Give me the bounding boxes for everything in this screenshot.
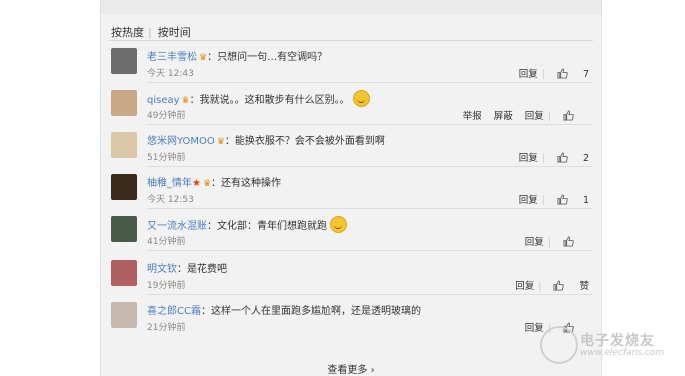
- thumbs-up-icon: [563, 110, 574, 121]
- action-divider: |: [541, 195, 545, 206]
- timestamp: 41分钟前: [147, 237, 186, 247]
- action-button[interactable]: 回复: [519, 150, 538, 164]
- avatar[interactable]: [111, 302, 137, 328]
- comment-item: 喜之郎CC霜：这样一个人在里面跑多尴尬啊，还是透明玻璃的 21分钟前 回复 |: [101, 298, 601, 342]
- like-button[interactable]: 1: [557, 194, 589, 206]
- like-button[interactable]: 2: [557, 152, 589, 164]
- avatar[interactable]: [111, 48, 137, 74]
- comment-text: qiseay ♛：我就说。。这和散步有什么区别。。: [147, 90, 370, 107]
- timestamp: 21分钟前: [147, 323, 186, 333]
- load-more-label[interactable]: 查看更多: [327, 365, 367, 376]
- comment-actions: 举报 屏蔽 回复 |: [451, 108, 589, 122]
- comment-actions: 回复 | 2: [507, 150, 589, 164]
- username-link[interactable]: 柚稚_情年: [147, 178, 192, 189]
- comment-body: ：是花费吧: [177, 264, 227, 275]
- watermark-url: www.elecfans.com: [580, 348, 665, 358]
- action-button[interactable]: 举报: [463, 108, 482, 122]
- panel-header-bar: [101, 0, 601, 14]
- username-link[interactable]: 明文钦: [147, 264, 177, 275]
- action-divider: |: [538, 281, 542, 292]
- username-link[interactable]: qiseay: [147, 95, 180, 106]
- like-count: 赞: [579, 281, 589, 292]
- comment-text: 明文钦：是花费吧: [147, 260, 227, 275]
- star-icon: ★: [192, 178, 201, 189]
- timestamp: 19分钟前: [147, 281, 186, 291]
- divider: [147, 208, 593, 209]
- tab-divider: |: [148, 26, 152, 39]
- like-button[interactable]: 7: [557, 68, 589, 80]
- badge-icon: ♛: [181, 96, 190, 106]
- badge-icon: ♛: [216, 137, 225, 147]
- divider: [147, 124, 593, 125]
- avatar[interactable]: [111, 132, 137, 158]
- tab-time[interactable]: 按时间: [158, 26, 191, 39]
- comment-text: 悠米网YOMOO ♛：能换衣服不？会不会被外面看到啊: [147, 132, 385, 147]
- emoji-icon: [330, 216, 347, 233]
- timestamp: 今天 12:43: [147, 69, 194, 79]
- comment-panel: 按热度 | 按时间 老三丰雪松 ♛：只想问一句…有空调吗？ 今天 12:43 回复 | 7q…: [100, 0, 602, 376]
- like-count: 2: [582, 153, 589, 164]
- timestamp: 今天 12:53: [147, 195, 194, 205]
- action-divider: |: [547, 111, 551, 122]
- comment-actions: 回复 | 7: [507, 66, 589, 80]
- thumbs-up-icon: [563, 236, 574, 247]
- watermark-title: 电子发烧友: [580, 333, 655, 349]
- avatar[interactable]: [111, 216, 137, 242]
- timestamp: 51分钟前: [147, 153, 186, 163]
- divider: [109, 40, 593, 41]
- avatar[interactable]: [111, 174, 137, 200]
- sort-tabs: 按热度 | 按时间: [111, 24, 195, 40]
- username-link[interactable]: 老三丰雪松: [147, 52, 197, 63]
- username-link[interactable]: 又一流水混账: [147, 221, 207, 232]
- divider: [147, 250, 593, 251]
- badge-icon: ♛: [202, 179, 212, 189]
- divider: [147, 294, 593, 295]
- comment-body: ：还有这种操作: [211, 178, 282, 189]
- like-button[interactable]: 赞: [553, 278, 589, 292]
- watermark: 电子发烧友 www.elecfans.com: [540, 320, 680, 370]
- divider: [147, 82, 593, 83]
- action-button[interactable]: 回复: [525, 108, 544, 122]
- thumbs-up-icon: [553, 280, 565, 291]
- comment-body: ：文化部：青年们想跑就跑: [207, 221, 327, 232]
- action-button[interactable]: 回复: [519, 66, 538, 80]
- avatar[interactable]: [111, 260, 137, 286]
- action-button[interactable]: 回复: [519, 192, 538, 206]
- comment-actions: 回复 |: [513, 234, 589, 248]
- action-divider: |: [547, 237, 551, 248]
- thumbs-up-icon: [557, 152, 568, 163]
- comment-text: 又一流水混账：文化部：青年们想跑就跑: [147, 216, 347, 233]
- like-button[interactable]: [563, 110, 589, 122]
- comment-text: 柚稚_情年★ ♛：还有这种操作: [147, 174, 281, 189]
- action-button[interactable]: 屏蔽: [494, 108, 513, 122]
- divider: [147, 166, 593, 167]
- badge-icon: ♛: [199, 53, 208, 63]
- like-button[interactable]: [563, 236, 589, 248]
- tab-hot[interactable]: 按热度: [111, 26, 144, 39]
- thumbs-up-icon: [557, 194, 568, 205]
- action-divider: |: [541, 153, 545, 164]
- timestamp: 49分钟前: [147, 111, 186, 121]
- comment-actions: 回复 | 1: [507, 192, 589, 206]
- avatar[interactable]: [111, 90, 137, 116]
- like-count: 1: [582, 195, 589, 206]
- comment-body: ：只想问一句…有空调吗？: [207, 52, 328, 63]
- comment-text: 喜之郎CC霜：这样一个人在里面跑多尴尬啊，还是透明玻璃的: [147, 302, 421, 317]
- comment-body: ：我就说。。这和散步有什么区别。。: [189, 95, 350, 106]
- thumbs-up-icon: [557, 68, 568, 79]
- username-link[interactable]: 悠米网YOMOO: [147, 136, 215, 147]
- username-link[interactable]: 喜之郎CC霜: [147, 306, 201, 317]
- watermark-logo-icon: [540, 326, 578, 364]
- like-count: 7: [582, 69, 589, 80]
- comment-text: 老三丰雪松 ♛：只想问一句…有空调吗？: [147, 48, 327, 63]
- load-more-link[interactable]: 查看更多 ›: [101, 361, 601, 376]
- comment-body: ：能换衣服不？会不会被外面看到啊: [224, 136, 385, 147]
- action-button[interactable]: 回复: [525, 234, 544, 248]
- action-button[interactable]: 回复: [515, 278, 534, 292]
- comment-actions: 回复 | 赞: [503, 278, 589, 292]
- action-divider: |: [541, 69, 545, 80]
- emoji-icon: [352, 90, 370, 107]
- comment-body: ：这样一个人在里面跑多尴尬啊，还是透明玻璃的: [200, 306, 421, 317]
